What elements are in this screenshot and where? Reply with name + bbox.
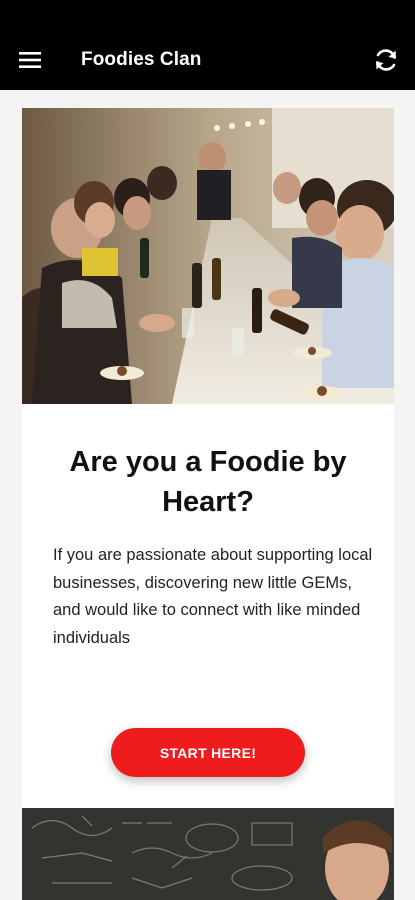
- app-bar: Foodies Clan: [0, 0, 415, 90]
- refresh-button[interactable]: [366, 42, 406, 78]
- intro-card: Are you a Foodie by Heart? If you are pa…: [22, 108, 394, 808]
- start-here-button[interactable]: START HERE!: [111, 728, 305, 777]
- menu-button[interactable]: [10, 42, 50, 78]
- intro-heading: Are you a Foodie by Heart?: [69, 446, 347, 518]
- next-card-image: [22, 808, 394, 900]
- dining-hero-image: [22, 108, 394, 404]
- menu-icon: [19, 52, 41, 68]
- intro-body-text: If you are passionate about supporting l…: [53, 546, 373, 647]
- app-title: Foodies Clan: [81, 49, 202, 70]
- refresh-icon: [376, 49, 396, 71]
